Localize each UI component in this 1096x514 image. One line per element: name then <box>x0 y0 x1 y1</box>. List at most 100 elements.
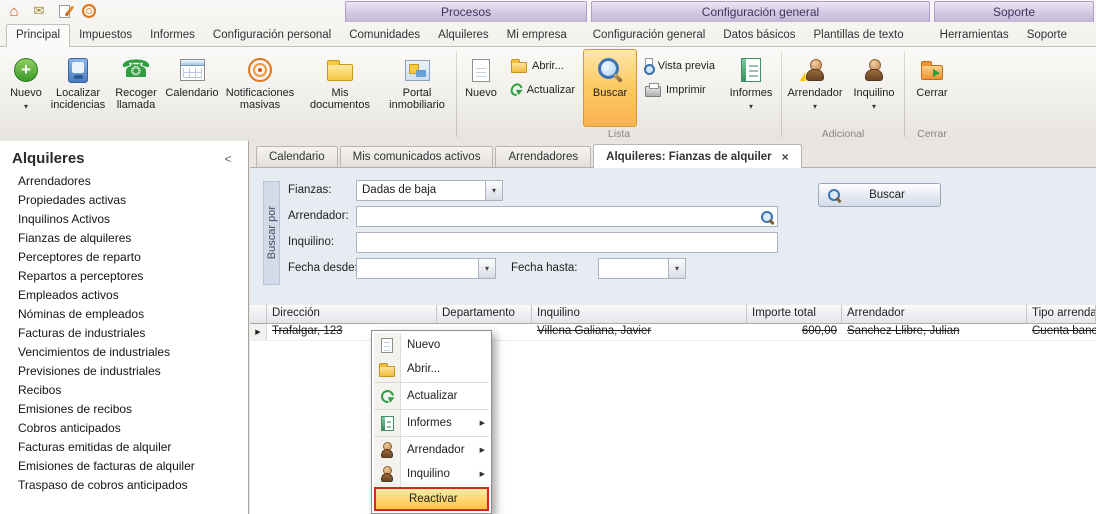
ribbon-tab-configuracion-personal[interactable]: Configuración personal <box>204 25 340 46</box>
broadcast-button[interactable] <box>80 2 98 20</box>
menu-item-label: Informes <box>400 417 480 429</box>
search-panel: Buscar por Fianzas: Dadas de baja Arrend… <box>250 168 1096 305</box>
context-menu-item-inquilino[interactable]: Inquilino ▶ <box>374 462 489 486</box>
menu-item-label: Reactivar <box>402 493 487 505</box>
sidebar-item[interactable]: Fianzas de alquileres <box>0 229 248 248</box>
informes-button[interactable]: Informes <box>723 49 779 127</box>
notificaciones-masivas-button[interactable]: Notificaciones masivas <box>220 49 300 127</box>
imprimir-button[interactable]: Imprimir <box>639 79 721 100</box>
open-folder-icon <box>379 366 395 377</box>
close-tab-icon[interactable]: × <box>782 150 789 164</box>
recoger-llamada-button[interactable]: Recoger llamada <box>108 49 164 127</box>
sidebar-item[interactable]: Inquilinos Activos <box>0 210 248 229</box>
buscar-button-label: Buscar <box>842 189 932 201</box>
arrendador-button[interactable]: Arrendador <box>784 49 846 127</box>
sidebar-item[interactable]: Perceptores de reparto <box>0 248 248 267</box>
report-icon <box>741 58 761 82</box>
buscar-por-label: Buscar por <box>266 206 278 259</box>
ribbon-tab-informes[interactable]: Informes <box>141 25 204 46</box>
context-menu-item-arrendador[interactable]: Arrendador ▶ <box>374 438 489 462</box>
context-menu-item-informes[interactable]: Informes ▶ <box>374 411 489 435</box>
tenant-person-icon <box>864 58 884 82</box>
column-header-arrendador[interactable]: Arrendador <box>842 305 1027 323</box>
context-menu-item-reactivar[interactable]: Reactivar <box>374 487 489 511</box>
context-menu-item-abrir[interactable]: Abrir... <box>374 357 489 381</box>
fianzas-combo[interactable]: Dadas de baja <box>356 180 503 201</box>
sidebar-item[interactable]: Propiedades activas <box>0 191 248 210</box>
arrendador-input[interactable] <box>357 207 777 226</box>
ribbon-tab-datos-basicos[interactable]: Datos básicos <box>714 25 804 46</box>
mis-documentos-button[interactable]: Mis documentos <box>300 49 380 127</box>
sidebar-item[interactable]: Empleados activos <box>0 286 248 305</box>
sidebar-item[interactable]: Repartos a perceptores <box>0 267 248 286</box>
portal-inmobiliario-button[interactable]: Portal inmobiliario <box>380 49 454 127</box>
sidebar-collapse-button[interactable]: < <box>220 152 236 166</box>
column-header-importe-total[interactable]: Importe total <box>747 305 842 323</box>
sidebar-item[interactable]: Recibos <box>0 381 248 400</box>
sidebar-item[interactable]: Emisiones de facturas de alquiler <box>0 457 248 476</box>
portal-icon <box>405 60 430 81</box>
inquilino-button[interactable]: Inquilino <box>846 49 902 127</box>
column-header-direccion[interactable]: Dirección <box>267 305 437 323</box>
ribbon-tab-plantillas-de-texto[interactable]: Plantillas de texto <box>805 25 913 46</box>
context-menu-item-nuevo[interactable]: Nuevo <box>374 333 489 357</box>
dropdown-button[interactable] <box>668 259 685 278</box>
sidebar-item[interactable]: Cobros anticipados <box>0 419 248 438</box>
ribbon-separator <box>781 52 782 137</box>
sidebar-item[interactable]: Arrendadores <box>0 172 248 191</box>
ribbon-tab-mi-empresa[interactable]: Mi empresa <box>498 25 576 46</box>
document-tab-fianzas-active[interactable]: Alquileres: Fianzas de alquiler × <box>593 144 802 168</box>
actualizar-label: Actualizar <box>527 84 575 96</box>
ribbon-tab-herramientas[interactable]: Herramientas <box>931 25 1018 46</box>
nuevo-app-button[interactable]: Nuevo <box>4 49 48 127</box>
sidebar-item[interactable]: Emisiones de recibos <box>0 400 248 419</box>
sidebar-item[interactable]: Facturas de industriales <box>0 324 248 343</box>
dropdown-button[interactable] <box>478 259 495 278</box>
buscar-ribbon-button[interactable]: Buscar <box>583 49 637 127</box>
context-menu-item-actualizar[interactable]: Actualizar <box>374 384 489 408</box>
column-header-tipo-arrendamiento[interactable]: Tipo arrenda <box>1027 305 1096 323</box>
ribbon-tab-comunidades[interactable]: Comunidades <box>340 25 429 46</box>
ribbon-tab-soporte[interactable]: Soporte <box>1018 25 1076 46</box>
ribbon-tab-impuestos[interactable]: Impuestos <box>70 25 141 46</box>
fecha-hasta-combo[interactable] <box>598 258 686 279</box>
mail-button[interactable] <box>30 2 48 20</box>
quick-access-toolbar <box>5 2 98 20</box>
home-button[interactable] <box>5 2 23 20</box>
column-header-inquilino[interactable]: Inquilino <box>532 305 747 323</box>
calendario-button[interactable]: Calendario <box>164 49 220 127</box>
ribbon-tab-alquileres[interactable]: Alquileres <box>429 25 498 46</box>
fecha-desde-combo[interactable] <box>356 258 496 279</box>
inquilino-input[interactable] <box>357 233 777 252</box>
nuevo-app-label: Nuevo <box>10 87 42 99</box>
arrendador-lookup-button[interactable] <box>758 209 776 225</box>
sidebar-item[interactable]: Nóminas de empleados <box>0 305 248 324</box>
dropdown-button[interactable] <box>485 181 502 200</box>
fecha-desde-value <box>357 259 478 278</box>
sidebar-item[interactable]: Facturas emitidas de alquiler <box>0 438 248 457</box>
document-tab-calendario[interactable]: Calendario <box>256 146 338 167</box>
fianzas-value: Dadas de baja <box>357 181 485 200</box>
column-header-departamento[interactable]: Departamento <box>437 305 532 323</box>
ribbon-context-header-procesos: Procesos <box>345 1 587 22</box>
ribbon-group-cerrar: Cerrar Cerrar <box>907 48 957 141</box>
vista-previa-button[interactable]: Vista previa <box>639 55 721 76</box>
documentos-label: Mis documentos <box>303 87 377 111</box>
cerrar-button[interactable]: Cerrar <box>907 49 957 127</box>
localizar-incidencias-button[interactable]: Localizar incidencias <box>48 49 108 127</box>
abrir-button[interactable]: Abrir... <box>505 55 581 76</box>
document-tab-arrendadores[interactable]: Arrendadores <box>495 146 591 167</box>
document-tab-mis-comunicados[interactable]: Mis comunicados activos <box>340 146 494 167</box>
sidebar-item[interactable]: Previsiones de industriales <box>0 362 248 381</box>
buscar-button[interactable]: Buscar <box>818 183 941 207</box>
nuevo-lista-button[interactable]: Nuevo <box>459 49 503 127</box>
edit-button[interactable] <box>55 2 73 20</box>
sidebar-item[interactable]: Traspaso de cobros anticipados <box>0 476 248 495</box>
actualizar-button[interactable]: Actualizar <box>505 79 581 100</box>
preview-print-stack: Vista previa Imprimir <box>637 49 723 127</box>
menu-separator <box>374 436 489 437</box>
fecha-hasta-value <box>599 259 668 278</box>
ribbon-tab-principal[interactable]: Principal <box>6 24 70 47</box>
ribbon-tab-configuracion-general[interactable]: Configuración general <box>584 25 715 46</box>
sidebar-item[interactable]: Vencimientos de industriales <box>0 343 248 362</box>
